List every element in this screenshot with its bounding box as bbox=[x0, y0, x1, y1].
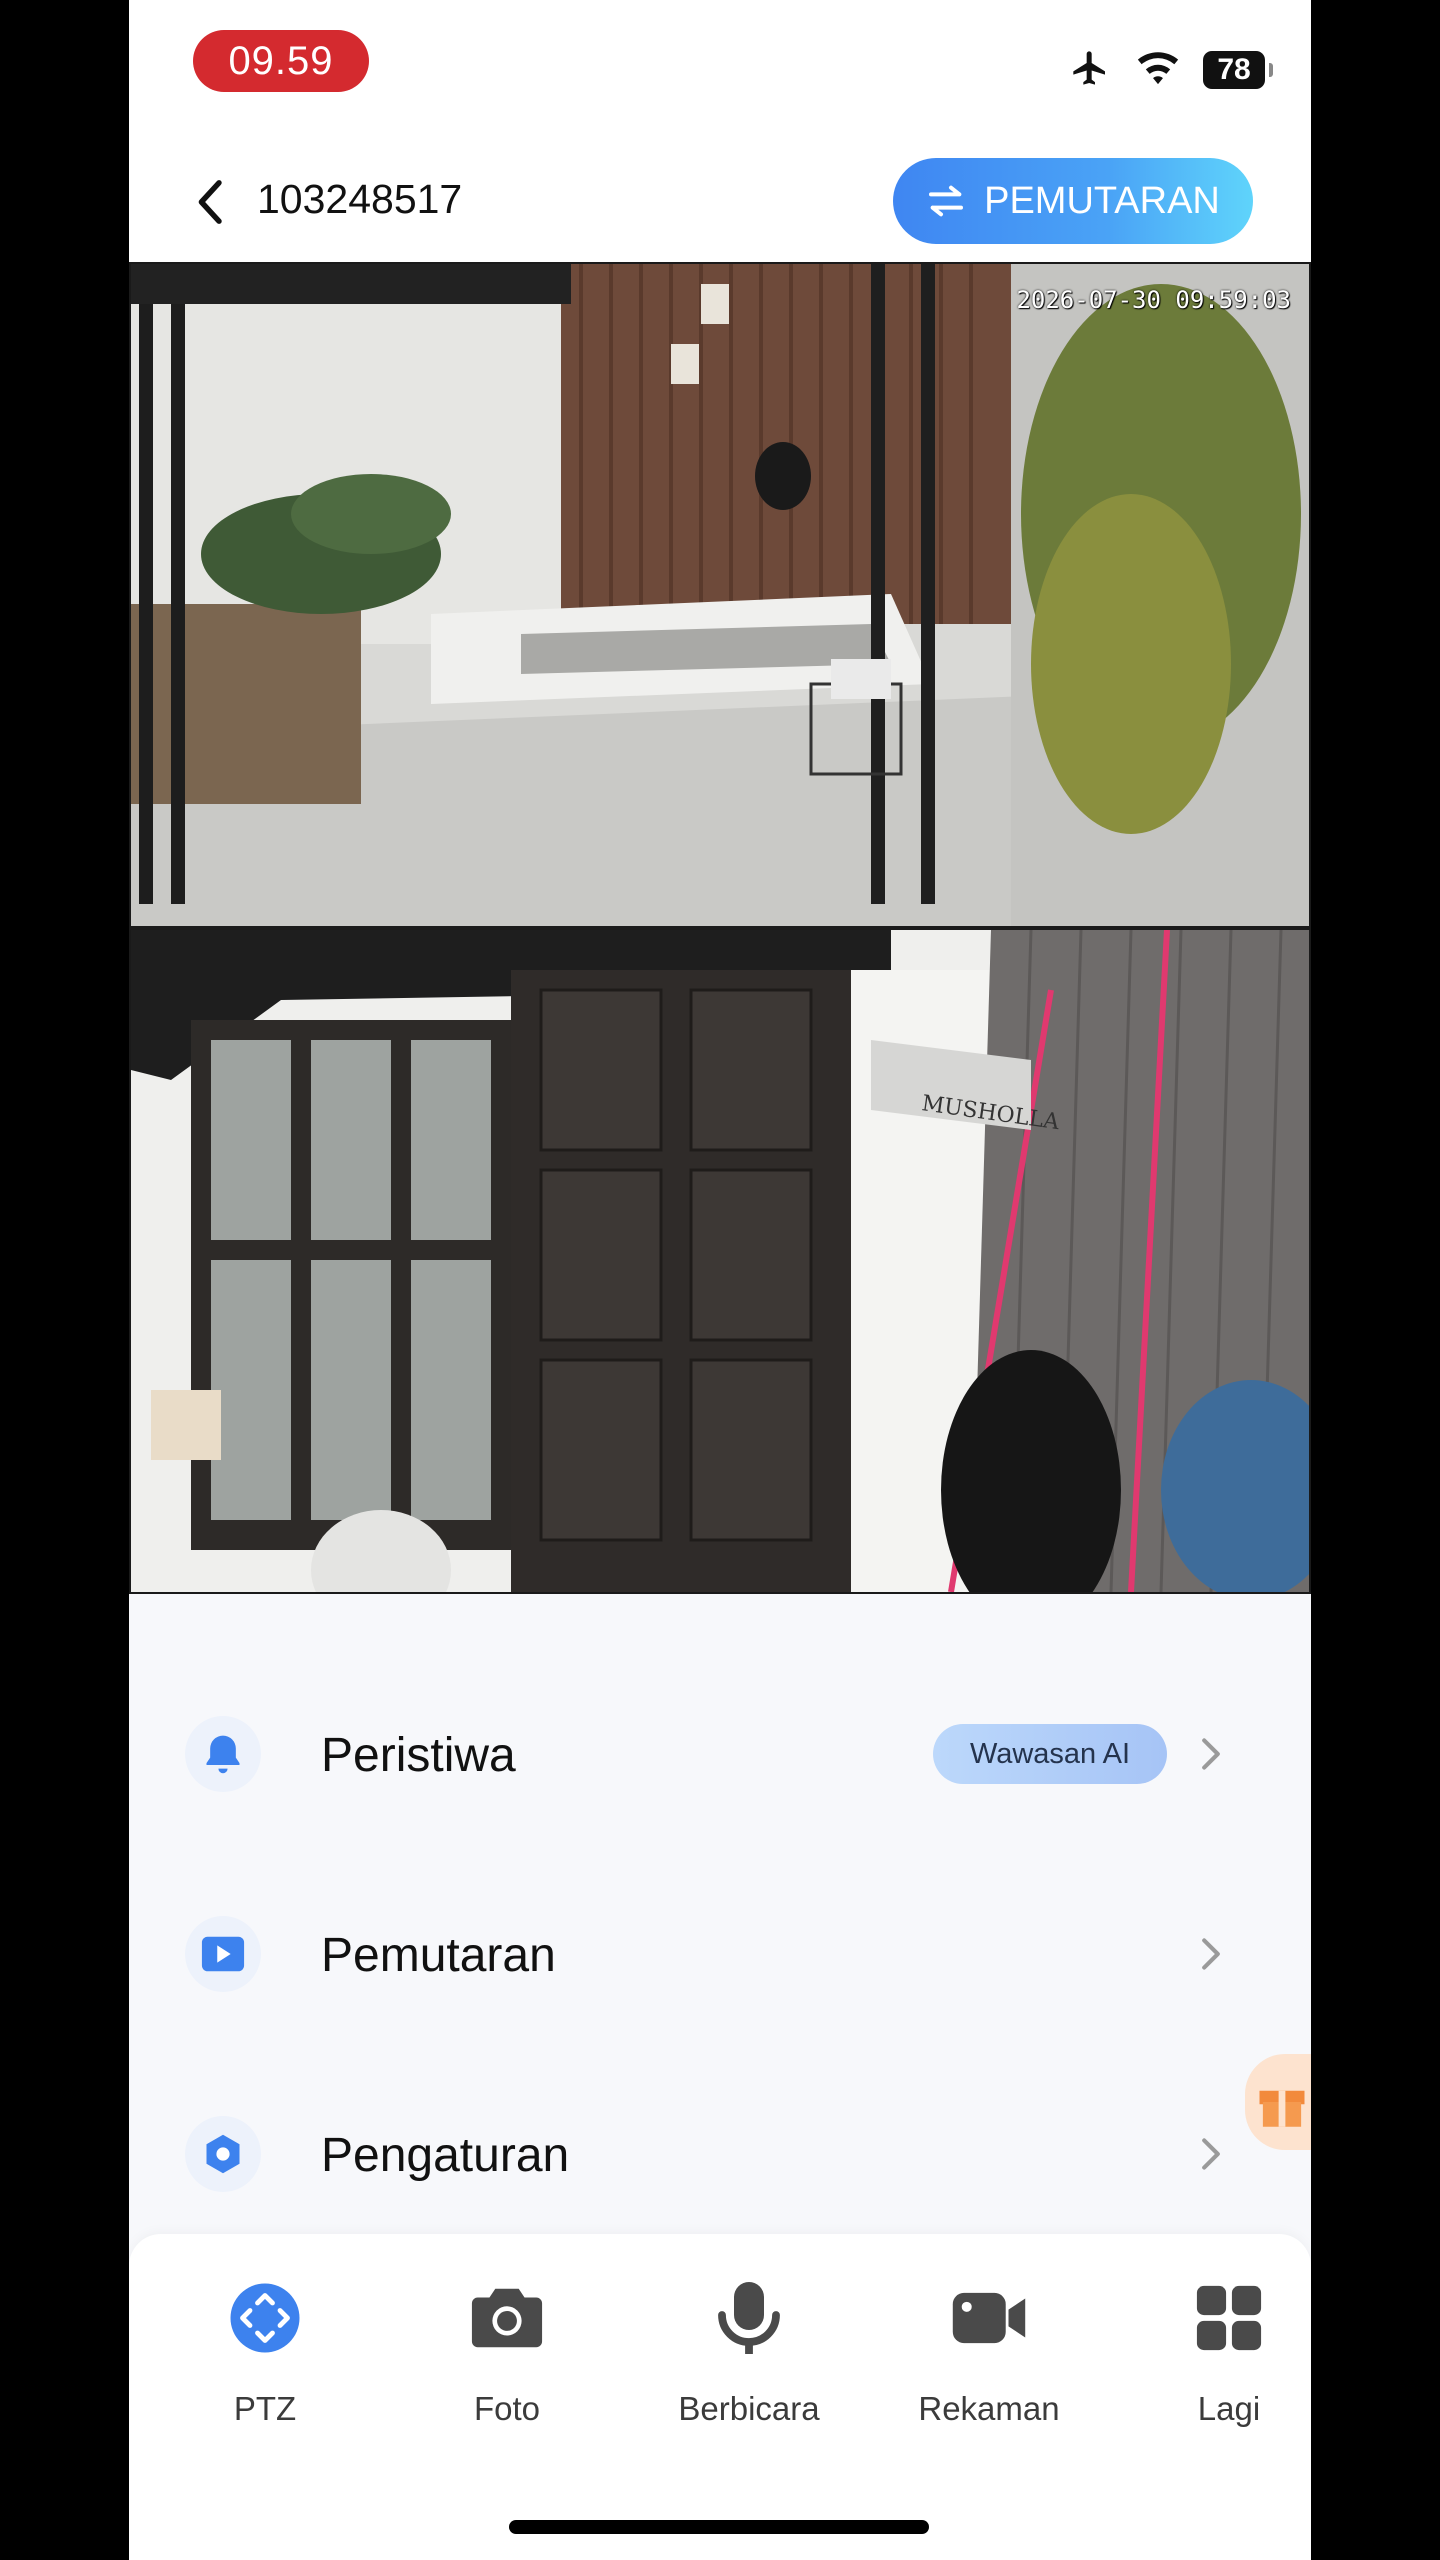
control-toolbar: PTZ Foto Berbicara Rekaman Lagi bbox=[129, 2234, 1311, 2560]
status-bar: 09.59 78 bbox=[129, 0, 1311, 140]
bell-icon bbox=[185, 1716, 261, 1792]
chevron-right-icon bbox=[1191, 1934, 1231, 1974]
back-button[interactable] bbox=[185, 174, 237, 230]
gift-floating-button[interactable] bbox=[1245, 2054, 1311, 2150]
video-camera-icon bbox=[949, 2278, 1029, 2358]
device-title: 103248517 bbox=[257, 176, 463, 222]
app-screen: 09.59 78 103248517 PEMUTARAN 2026-07-30 … bbox=[129, 0, 1311, 2560]
wifi-icon bbox=[1135, 49, 1181, 92]
play-icon bbox=[185, 1916, 261, 1992]
photo-button[interactable]: Foto bbox=[407, 2278, 607, 2448]
camera-feed-doorway[interactable]: MUSHOLLA bbox=[131, 930, 1309, 1592]
tool-label: Lagi bbox=[1197, 2390, 1261, 2427]
playback-button[interactable]: PEMUTARAN bbox=[893, 158, 1253, 244]
talk-button[interactable]: Berbicara bbox=[649, 2278, 849, 2448]
top-navigation: 103248517 PEMUTARAN bbox=[129, 140, 1311, 262]
menu-item-peristiwa[interactable]: Peristiwa Wawasan AI bbox=[129, 1684, 1311, 1824]
airplane-icon bbox=[1067, 48, 1113, 93]
menu-item-label: Pemutaran bbox=[321, 1929, 556, 1982]
camera-feed-patio[interactable]: 2026-07-30 09:59:03 bbox=[131, 264, 1309, 926]
chevron-right-icon bbox=[1191, 2134, 1231, 2174]
swap-arrows-icon bbox=[929, 185, 964, 217]
menu-item-label: Peristiwa bbox=[321, 1729, 516, 1782]
battery-icon: 78 bbox=[1203, 51, 1273, 89]
gift-icon bbox=[1259, 2090, 1305, 2127]
chevron-right-icon bbox=[1191, 1734, 1231, 1774]
status-time: 09.59 bbox=[193, 30, 369, 92]
microphone-icon bbox=[709, 2278, 789, 2358]
tool-label: Berbicara bbox=[678, 2390, 820, 2427]
video-timestamp: 2026-07-30 09:59:03 bbox=[1016, 286, 1291, 314]
tool-label: Foto bbox=[473, 2390, 541, 2427]
ptz-joystick-icon bbox=[225, 2278, 305, 2358]
menu-item-label: Pengaturan bbox=[321, 2129, 570, 2182]
camera-icon bbox=[467, 2278, 547, 2358]
menu-item-pengaturan[interactable]: Pengaturan bbox=[129, 2084, 1311, 2224]
battery-level: 78 bbox=[1217, 53, 1251, 86]
grid-icon bbox=[1189, 2278, 1269, 2358]
live-video-view[interactable]: 2026-07-30 09:59:03 MUSHOLLA bbox=[129, 262, 1311, 1594]
settings-icon bbox=[185, 2116, 261, 2192]
ptz-button[interactable]: PTZ bbox=[165, 2278, 365, 2448]
tool-label: PTZ bbox=[233, 2390, 297, 2427]
playback-button-label: PEMUTARAN bbox=[984, 179, 1220, 222]
status-icons: 78 bbox=[1067, 46, 1273, 94]
ai-insight-badge[interactable]: Wawasan AI bbox=[933, 1724, 1167, 1784]
menu-list: Peristiwa Wawasan AI Pemutaran Pengatura… bbox=[129, 1594, 1311, 2234]
more-button[interactable]: Lagi bbox=[1129, 2278, 1311, 2448]
tool-label: Rekaman bbox=[918, 2390, 1060, 2427]
home-indicator[interactable] bbox=[509, 2520, 929, 2534]
menu-item-pemutaran[interactable]: Pemutaran bbox=[129, 1884, 1311, 2024]
chevron-left-icon bbox=[198, 180, 222, 224]
record-button[interactable]: Rekaman bbox=[889, 2278, 1089, 2448]
